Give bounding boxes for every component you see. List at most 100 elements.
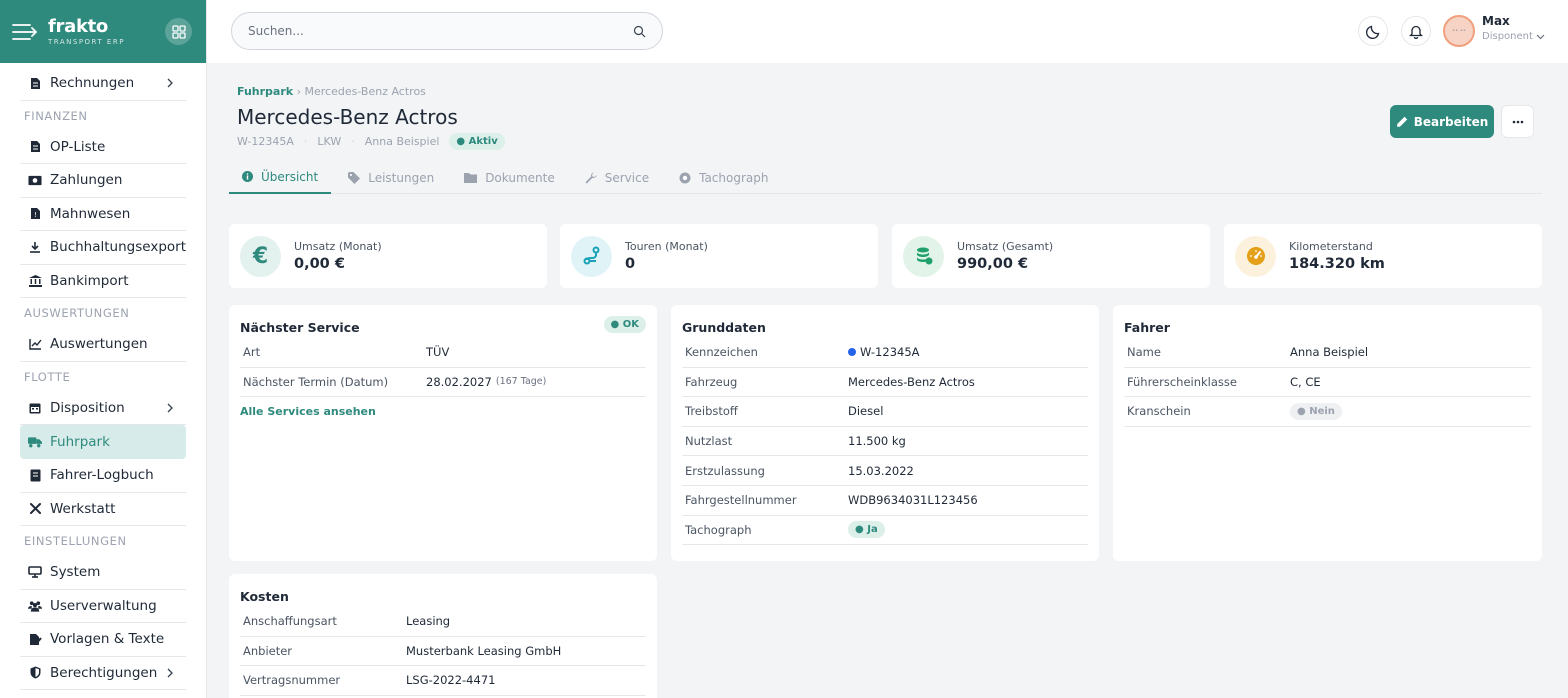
sidebar-item-label: Berechtigungen xyxy=(50,664,158,681)
sidebar-item-system[interactable]: System xyxy=(20,556,186,590)
sidebar-item-auswertungen[interactable]: Auswertungen xyxy=(20,328,186,362)
tab-label: Dokumente xyxy=(485,170,555,185)
table-row: Erstzulassung 15.03.2022 xyxy=(682,456,1088,486)
sidebar-item-label: Vorlagen & Texte xyxy=(50,631,165,648)
info-icon xyxy=(242,171,253,182)
sidebar-item-berechtigungen[interactable]: Berechtigungen xyxy=(20,657,186,690)
tab-label: Übersicht xyxy=(261,169,319,184)
tab-leistungen[interactable]: Leistungen xyxy=(335,161,447,194)
user-menu[interactable]: Max Disponent xyxy=(1482,14,1545,42)
kpi-card-touren-monat: Touren (Monat) 0 xyxy=(560,224,878,288)
app-logo[interactable]: frakto TRANSPORT ERP xyxy=(48,17,125,46)
tab-tachograph[interactable]: Tachograph xyxy=(666,161,781,194)
svg-text:!: ! xyxy=(34,211,37,219)
edit-button-label: Bearbeiten xyxy=(1413,114,1489,129)
row-key: Name xyxy=(1127,345,1161,360)
tab-label: Service xyxy=(604,170,650,185)
driver-name-link[interactable]: Anna Beispiel xyxy=(1290,345,1368,359)
section-einstellungen: EINSTELLUNGEN xyxy=(24,534,127,548)
breadcrumb-link-fuhrpark[interactable]: Fuhrpark xyxy=(237,85,293,98)
panel-fahrer: Fahrer Name Anna Beispiel Führerscheinkl… xyxy=(1113,305,1542,561)
table-row: Vertragsnummer LSG-2022-4471 xyxy=(240,666,646,696)
sidebar-item-label: Rechnungen xyxy=(50,75,135,92)
row-value: Mercedes-Benz Actros xyxy=(848,374,975,389)
meta-driver: Anna Beispiel xyxy=(364,135,440,148)
sidebar-item-mahnwesen[interactable]: ! Mahnwesen xyxy=(20,198,186,231)
row-key: Art xyxy=(243,345,261,360)
sidebar-item-disposition[interactable]: Disposition xyxy=(20,392,186,425)
row-value: Nein xyxy=(1309,405,1335,417)
sidebar-item-label: OP-Liste xyxy=(50,138,106,155)
all-services-link[interactable]: Alle Services ansehen xyxy=(240,405,646,418)
tachograph-icon xyxy=(679,172,691,183)
download-icon xyxy=(28,240,42,254)
row-note: (167 Tage) xyxy=(495,376,547,388)
row-key: Fahrzeug xyxy=(685,374,738,389)
edit-button[interactable]: Bearbeiten xyxy=(1390,105,1494,138)
row-value: Musterbank Leasing GmbH xyxy=(406,643,562,658)
file-edit-icon xyxy=(28,632,42,646)
moon-icon xyxy=(1365,25,1379,39)
invoice-icon xyxy=(28,76,42,90)
sidebar-item-zahlungen[interactable]: Zahlungen xyxy=(20,164,186,198)
chart-icon xyxy=(28,337,42,351)
row-value: TÜV xyxy=(426,345,450,360)
panel-title: Fahrer xyxy=(1124,319,1170,335)
panel-title: Nächster Service xyxy=(240,319,360,335)
dark-mode-button[interactable] xyxy=(1358,16,1388,46)
panel-kosten: Kosten Anschaffungsart Leasing Anbieter … xyxy=(229,574,657,698)
apps-grid-button[interactable] xyxy=(165,18,192,45)
tab-dokumente[interactable]: Dokumente xyxy=(451,161,568,194)
user-role: Disponent xyxy=(1482,31,1533,42)
row-value: 11.500 kg xyxy=(848,434,906,449)
coins-icon xyxy=(903,235,944,277)
avatar[interactable]: •• •• xyxy=(1443,15,1475,47)
row-key: Fahrgestellnummer xyxy=(685,493,797,508)
table-row: Fahrgestellnummer WDB9634031L123456 xyxy=(682,486,1088,516)
meta-plate: W-12345A xyxy=(237,135,294,148)
table-row: Nutzlast 11.500 kg xyxy=(682,427,1088,457)
sidebar-item-bankimport[interactable]: Bankimport xyxy=(20,265,186,298)
section-flotte: FLOTTE xyxy=(24,369,71,384)
plate-color-dot xyxy=(848,348,856,357)
kpi-value: 990,00 € xyxy=(957,256,1029,272)
main-content: Fuhrpark › Mercedes-Benz Actros Mercedes… xyxy=(207,63,1568,698)
row-value: Leasing xyxy=(406,614,451,629)
sidebar-item-werkstatt[interactable]: Werkstatt xyxy=(20,493,186,526)
kpi-value: 0 xyxy=(625,256,636,272)
sidebar-item-fahrer-logbuch[interactable]: Fahrer-Logbuch xyxy=(20,459,186,493)
tools-icon xyxy=(28,502,42,516)
sidebar-item-label: Bankimport xyxy=(50,272,129,289)
section-finanzen: FINANZEN xyxy=(24,108,88,123)
notifications-button[interactable] xyxy=(1401,16,1431,46)
truck-icon xyxy=(28,435,42,449)
row-key: Nutzlast xyxy=(685,434,733,449)
sidebar-item-buchhaltungsexport[interactable]: Buchhaltungsexport xyxy=(20,231,186,265)
gauge-icon xyxy=(1235,235,1276,277)
sidebar-item-userverwaltung[interactable]: Userverwaltung xyxy=(20,590,186,623)
row-key: Führerscheinklasse xyxy=(1127,374,1237,389)
search-icon[interactable] xyxy=(633,25,646,38)
table-row: Fahrzeug Mercedes-Benz Actros xyxy=(682,368,1088,398)
shield-icon xyxy=(28,666,42,680)
row-value: LSG-2022-4471 xyxy=(406,673,496,688)
row-key: Erstzulassung xyxy=(685,463,765,478)
tab-service[interactable]: Service xyxy=(572,161,662,194)
search-input[interactable]: Suchen... xyxy=(231,12,663,50)
tab-bar: Übersicht Leistungen Dokumente Service T… xyxy=(229,161,1542,194)
sidebar-item-label: Buchhaltungsexport xyxy=(49,239,186,256)
sidebar-item-rechnungen[interactable]: Rechnungen xyxy=(20,67,186,101)
menu-toggle-icon[interactable] xyxy=(12,22,38,42)
panel-naechster-service: Nächster Service ● OK Art TÜV Nächster T… xyxy=(229,305,657,561)
chevron-down-icon xyxy=(1536,34,1545,40)
breadcrumb: Fuhrpark › Mercedes-Benz Actros xyxy=(237,85,426,98)
sidebar-item-op-liste[interactable]: OP-Liste xyxy=(20,131,186,164)
user-role-row: Disponent xyxy=(1482,31,1545,42)
chevron-right-icon xyxy=(167,403,173,412)
more-options-button[interactable] xyxy=(1501,105,1534,138)
panel-grunddaten: Grunddaten Kennzeichen W-12345A Fahrzeug… xyxy=(671,305,1099,561)
sidebar-item-fuhrpark[interactable]: Fuhrpark xyxy=(20,425,186,459)
row-key: Tachograph xyxy=(685,522,752,537)
sidebar-item-vorlagen[interactable]: Vorlagen & Texte xyxy=(20,623,186,657)
tab-uebersicht[interactable]: Übersicht xyxy=(229,161,332,194)
